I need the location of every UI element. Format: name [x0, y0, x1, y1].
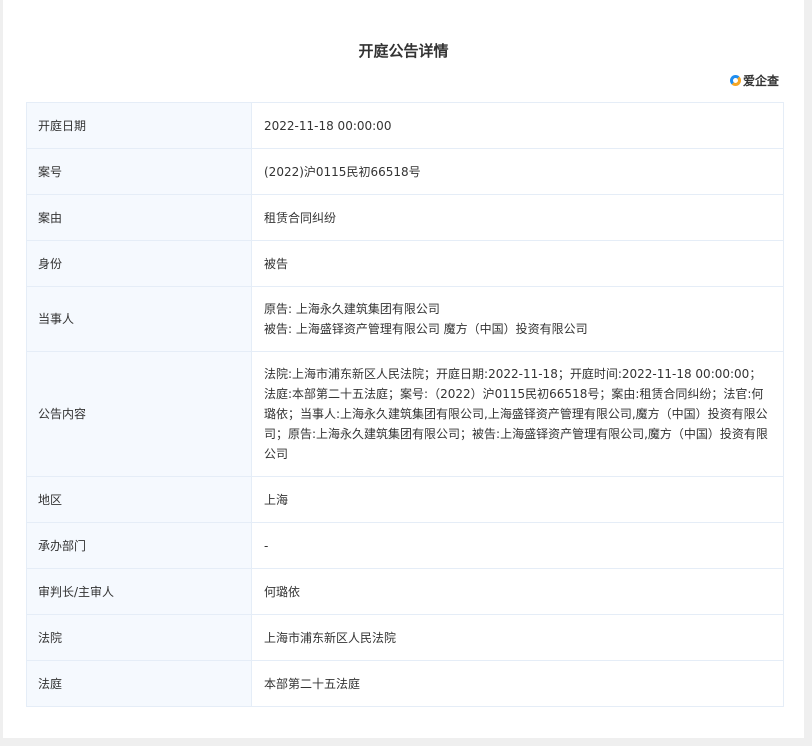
row-value: 被告: [251, 240, 784, 287]
plaintiff-line: 原告: 上海永久建筑集团有限公司: [264, 302, 440, 316]
row-value: 上海市浦东新区人民法院: [251, 614, 784, 661]
table-row: 公告内容 法院:上海市浦东新区人民法院；开庭日期:2022-11-18；开庭时间:…: [26, 351, 784, 477]
table-row: 案由 租赁合同纠纷: [26, 194, 784, 241]
row-value: 租赁合同纠纷: [251, 194, 784, 241]
row-label: 法院: [26, 614, 252, 661]
row-label: 承办部门: [26, 522, 252, 569]
table-row: 身份 被告: [26, 240, 784, 287]
row-label: 开庭日期: [26, 102, 252, 149]
table-row: 承办部门 -: [26, 522, 784, 569]
row-value: 本部第二十五法庭: [251, 660, 784, 707]
row-value: (2022)沪0115民初66518号: [251, 148, 784, 195]
row-label: 当事人: [26, 286, 252, 352]
table-row: 地区 上海: [26, 476, 784, 523]
table-row: 法庭 本部第二十五法庭: [26, 660, 784, 707]
row-value: 原告: 上海永久建筑集团有限公司被告: 上海盛铎资产管理有限公司 魔方（中国）投…: [251, 286, 784, 352]
row-label: 身份: [26, 240, 252, 287]
aiqicha-logo[interactable]: 爱企查: [730, 72, 779, 89]
row-value: 何璐依: [251, 568, 784, 615]
logo-text: 爱企查: [743, 74, 780, 88]
table-row: 法院 上海市浦东新区人民法院: [26, 614, 784, 661]
row-label: 案由: [26, 194, 252, 241]
row-value: 2022-11-18 00:00:00: [251, 102, 784, 149]
row-label: 审判长/主审人: [26, 568, 252, 615]
table-row: 开庭日期 2022-11-18 00:00:00: [26, 102, 784, 149]
row-label: 地区: [26, 476, 252, 523]
row-value: 上海: [251, 476, 784, 523]
row-label: 公告内容: [26, 351, 252, 477]
table-row: 当事人 原告: 上海永久建筑集团有限公司被告: 上海盛铎资产管理有限公司 魔方（中…: [26, 286, 784, 352]
search-logo-icon: [730, 75, 741, 86]
row-value: 法院:上海市浦东新区人民法院；开庭日期:2022-11-18；开庭时间:2022…: [251, 351, 784, 477]
page-title: 开庭公告详情: [358, 42, 449, 60]
table-row: 审判长/主审人 何璐依: [26, 568, 784, 615]
table-row: 案号 (2022)沪0115民初66518号: [26, 148, 784, 195]
defendant-line: 被告: 上海盛铎资产管理有限公司 魔方（中国）投资有限公司: [264, 322, 588, 336]
row-value: -: [251, 522, 784, 569]
row-label: 法庭: [26, 660, 252, 707]
row-label: 案号: [26, 148, 252, 195]
detail-table: 开庭日期 2022-11-18 00:00:00 案号 (2022)沪0115民初6…: [26, 102, 784, 707]
